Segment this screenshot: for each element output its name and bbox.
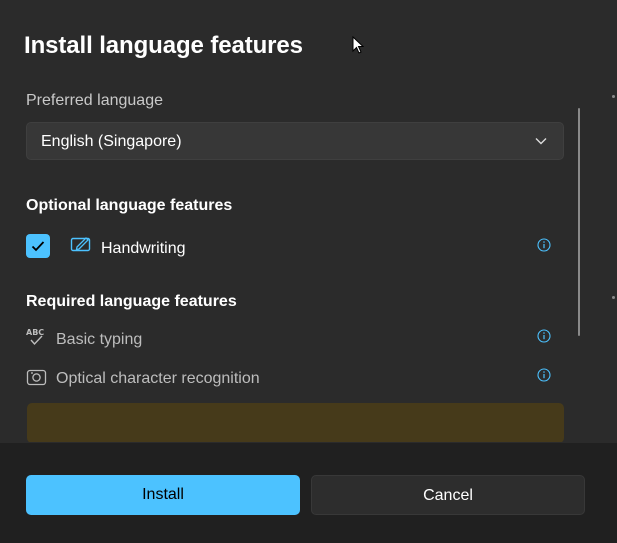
dialog-footer: Install Cancel <box>0 443 617 543</box>
scroll-up-indicator <box>612 95 615 98</box>
basic-typing-info-icon[interactable] <box>537 329 551 343</box>
preferred-language-value: English (Singapore) <box>41 133 182 150</box>
ocr-info-icon[interactable] <box>537 368 551 382</box>
chevron-down-icon <box>535 138 547 145</box>
dialog-title: Install language features <box>24 32 303 59</box>
info-banner <box>27 403 564 442</box>
handwriting-icon <box>70 237 91 252</box>
ocr-label: Optical character recognition <box>56 370 260 387</box>
handwriting-info-icon[interactable] <box>537 238 551 252</box>
handwriting-label: Handwriting <box>101 240 186 257</box>
ocr-icon <box>26 369 47 386</box>
install-language-features-dialog: Install language features Preferred lang… <box>0 0 617 543</box>
preferred-language-label: Preferred language <box>26 92 163 109</box>
basic-typing-label: Basic typing <box>56 331 143 348</box>
handwriting-checkbox[interactable] <box>26 234 50 258</box>
basic-typing-icon: ABC <box>26 328 44 346</box>
checkmark-icon <box>31 241 45 252</box>
dialog-content-scroll-area[interactable]: Preferred language English (Singapore) O… <box>0 80 617 442</box>
cancel-button[interactable]: Cancel <box>311 475 585 515</box>
preferred-language-dropdown[interactable]: English (Singapore) <box>26 122 564 160</box>
optional-features-heading: Optional language features <box>26 197 233 214</box>
install-button[interactable]: Install <box>26 475 300 515</box>
vertical-scrollbar[interactable] <box>578 108 580 336</box>
scroll-down-indicator <box>612 296 615 299</box>
required-features-heading: Required language features <box>26 293 237 310</box>
mouse-cursor-icon <box>352 36 364 54</box>
